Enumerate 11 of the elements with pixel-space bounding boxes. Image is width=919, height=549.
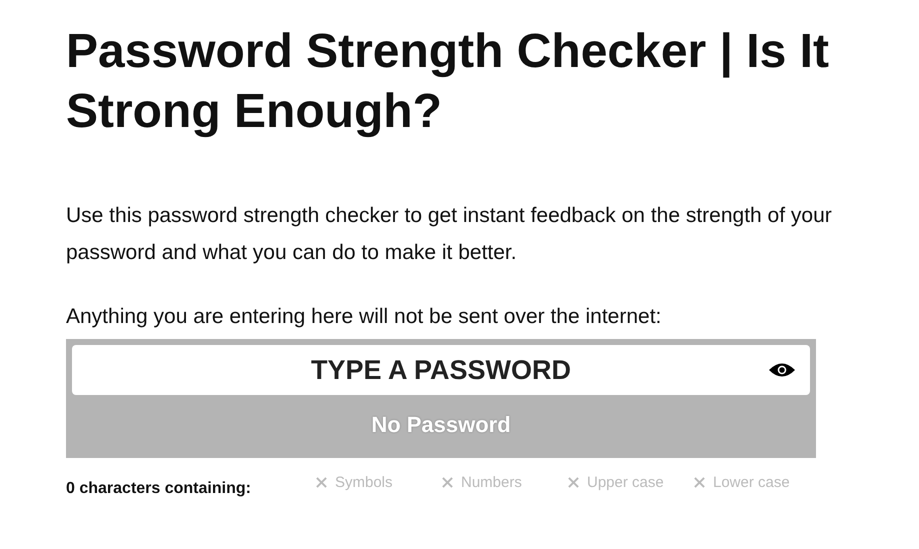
criterion-label: Lower case: [713, 474, 790, 490]
intro-paragraph: Use this password strength checker to get instant feedback on the strength of your password and what you can do to make it better.: [66, 203, 833, 266]
character-summary: 0 characters containing:: [66, 480, 252, 498]
eye-icon[interactable]: [768, 361, 796, 379]
password-field[interactable]: TYPE A PASSWORD: [72, 345, 810, 395]
criterion-label: Numbers: [461, 474, 522, 490]
strength-label: No Password: [370, 411, 512, 439]
page-title: Password Strength Checker | Is It Strong Enough?: [66, 24, 830, 140]
notice-text: Anything you are entering here will not be sent over the internet:: [66, 304, 662, 330]
criterion-label: Upper case: [587, 474, 664, 490]
criterion-label: Symbols: [335, 474, 393, 490]
